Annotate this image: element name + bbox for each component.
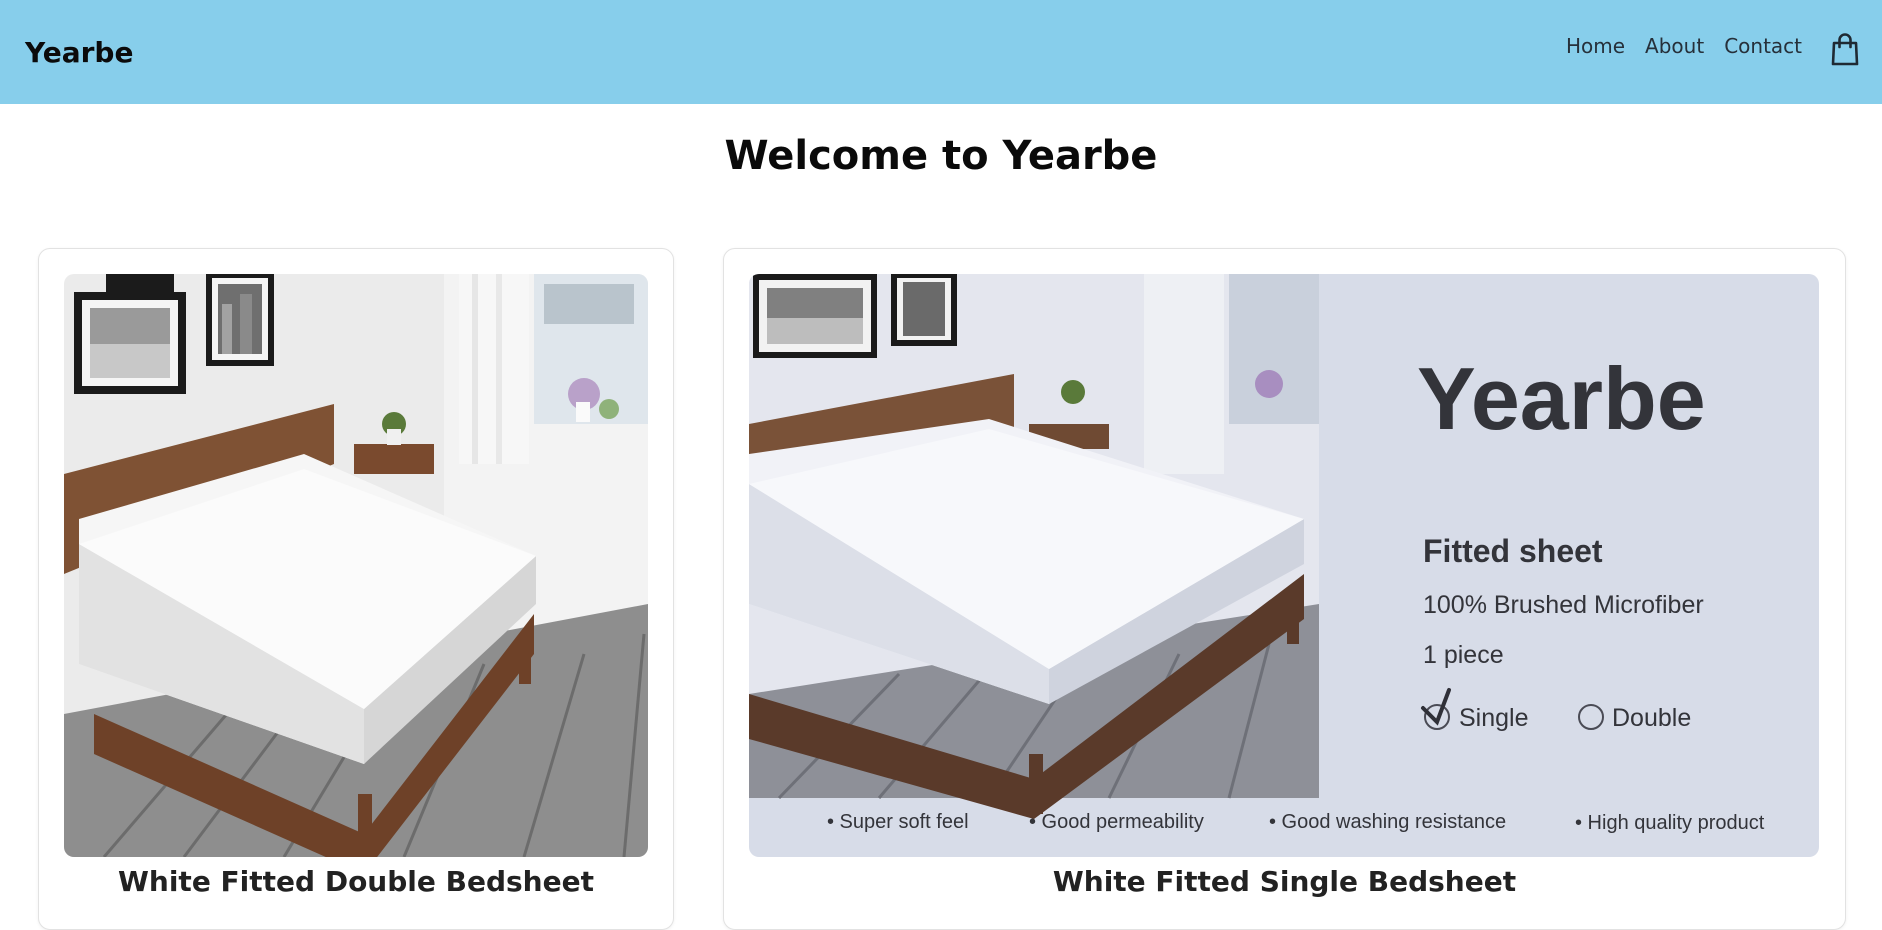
- page-title: Welcome to Yearbe: [724, 133, 1158, 179]
- promo-material: 100% Brushed Microfiber: [1423, 591, 1704, 619]
- brand-logo[interactable]: Yearbe: [25, 36, 133, 69]
- promo-option-double: Double: [1612, 704, 1691, 732]
- site-header: Yearbe Home About Contact: [0, 0, 1882, 104]
- shopping-bag-icon[interactable]: [1830, 32, 1860, 66]
- nav-about-link[interactable]: About: [1645, 34, 1704, 58]
- main-nav: Home About Contact: [1566, 34, 1802, 58]
- nav-contact-link[interactable]: Contact: [1724, 34, 1802, 58]
- promo-feature: • Good permeability: [1029, 811, 1204, 833]
- product-card[interactable]: White Fitted Double Bedsheet: [38, 248, 674, 930]
- promo-pieces: 1 piece: [1423, 641, 1504, 669]
- promo-heading: Fitted sheet: [1423, 533, 1603, 569]
- nav-home-link[interactable]: Home: [1566, 34, 1625, 58]
- product-card[interactable]: Yearbe Fitted sheet 100% Brushed Microfi…: [723, 248, 1846, 930]
- product-title[interactable]: White Fitted Double Bedsheet: [39, 865, 673, 898]
- product-image[interactable]: [64, 274, 648, 857]
- promo-brand: Yearbe: [1417, 349, 1706, 448]
- promo-feature: • Good washing resistance: [1269, 811, 1506, 833]
- product-image[interactable]: Yearbe Fitted sheet 100% Brushed Microfi…: [749, 274, 1819, 857]
- promo-feature: • High quality product: [1575, 812, 1765, 834]
- product-title[interactable]: White Fitted Single Bedsheet: [724, 865, 1845, 898]
- promo-feature: • Super soft feel: [827, 811, 969, 833]
- promo-option-single: Single: [1459, 704, 1529, 732]
